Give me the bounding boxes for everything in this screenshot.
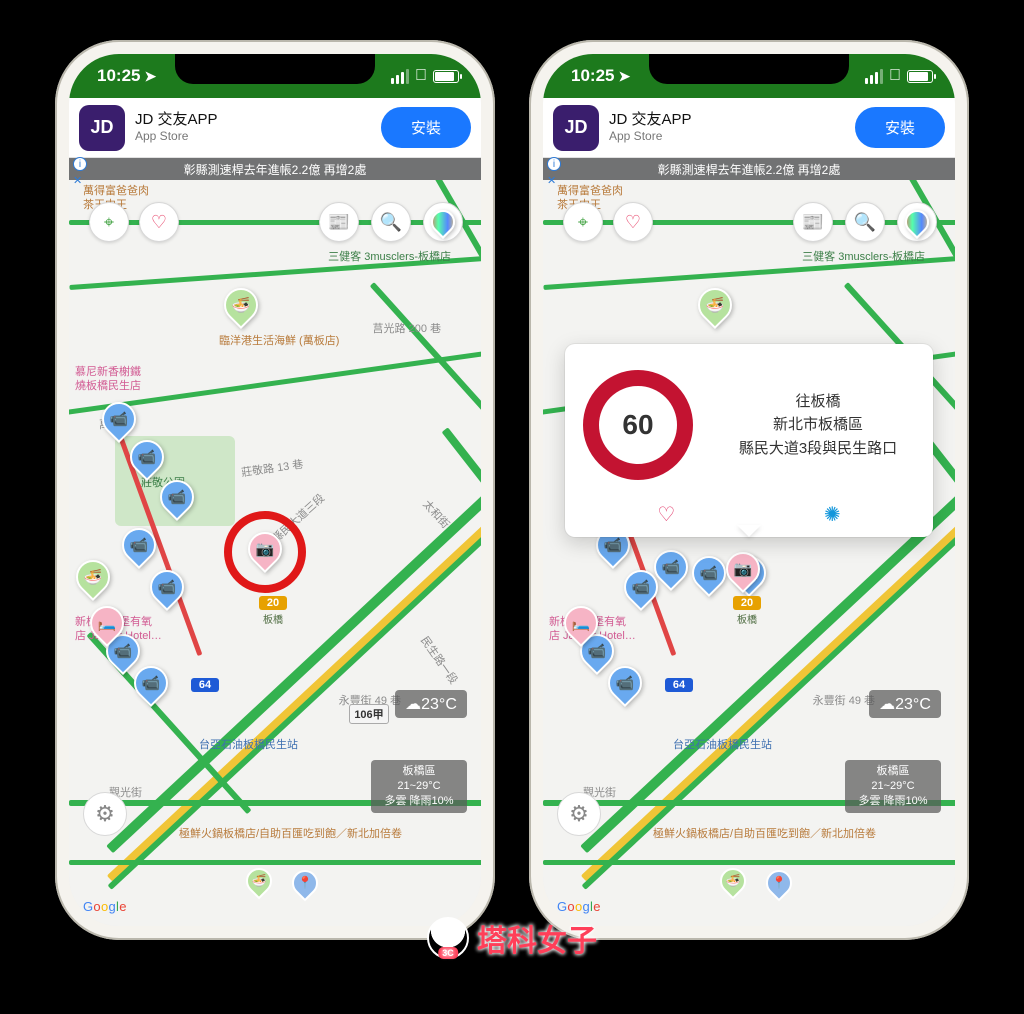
favorites-button[interactable]: ♡ bbox=[139, 202, 179, 242]
weather-now-chip[interactable]: ☁23°C bbox=[395, 690, 467, 718]
map-canvas[interactable]: 萬得富爸爸肉 茶王中王 三健客 3musclers-板橋店 莒光路 200 巷 … bbox=[69, 180, 481, 926]
cctv-pin[interactable]: 📹 bbox=[130, 440, 164, 480]
map-label: 永豐街 49 巷 bbox=[813, 692, 875, 708]
notch bbox=[175, 54, 375, 84]
cctv-pin[interactable]: 📹 bbox=[654, 550, 688, 590]
ad-title: JD 交友APP bbox=[609, 111, 845, 130]
route-shield-106a: 106甲 bbox=[349, 704, 389, 724]
map-label: 三健客 3musclers-板橋店 bbox=[802, 248, 925, 264]
poi-food-pin[interactable]: 🍜 bbox=[698, 288, 732, 328]
locate-button[interactable]: ⌖ bbox=[563, 202, 603, 242]
google-logo: Google bbox=[83, 899, 127, 914]
ad-title: JD 交友APP bbox=[135, 111, 371, 130]
search-button[interactable]: 🔍 bbox=[371, 202, 411, 242]
weather-forecast-chip[interactable]: 板橋區 21~29°C 多雲 降雨10% bbox=[845, 760, 941, 813]
layers-button[interactable] bbox=[423, 202, 463, 242]
map-label: 燒板橋民生店 bbox=[75, 380, 141, 393]
status-time: 10:25 bbox=[97, 66, 140, 86]
cctv-pin[interactable]: 📹 bbox=[160, 480, 194, 520]
map-label: 三健客 3musclers-板橋店 bbox=[328, 248, 451, 264]
hotel-pin[interactable]: 🛏️ bbox=[564, 606, 598, 646]
cctv-pin[interactable]: 📹 bbox=[692, 556, 726, 596]
cctv-pin[interactable]: 📹 bbox=[102, 402, 136, 442]
cctv-pin[interactable]: 📹 bbox=[122, 528, 156, 568]
locate-button[interactable]: ⌖ bbox=[89, 202, 129, 242]
map-label: 極鮮火鍋板橋店/自助百匯吃到飽／新北加倍卷 bbox=[653, 828, 813, 842]
cellular-icon bbox=[865, 69, 883, 84]
phone-left: 10:25 ➤ 􀙇 JD JD 交友APP App Store 安裝 i ✕ bbox=[55, 40, 495, 940]
map-label: 台亞石油板橋民生站 bbox=[199, 736, 298, 752]
google-logo: Google bbox=[557, 899, 601, 914]
search-button[interactable]: 🔍 bbox=[845, 202, 885, 242]
map-label: 極鮮火鍋板橋店/自助百匯吃到飽／新北加倍卷 bbox=[179, 828, 339, 842]
ad-banner[interactable]: JD JD 交友APP App Store 安裝 i ✕ bbox=[543, 98, 955, 158]
map-label: 慕尼新香榭鐵 bbox=[75, 366, 141, 379]
location-arrow-icon: ➤ bbox=[618, 68, 630, 85]
battery-icon bbox=[907, 70, 933, 83]
ad-close-icon[interactable]: ✕ bbox=[73, 174, 82, 187]
route-shield-20: 20 板橋 bbox=[259, 596, 287, 626]
cctv-pin[interactable]: 📹 bbox=[624, 570, 658, 610]
map-label: 台亞石油板橋民生站 bbox=[673, 736, 772, 752]
settings-button[interactable]: ⚙ bbox=[557, 792, 601, 836]
weather-now-chip[interactable]: ☁23°C bbox=[869, 690, 941, 718]
watermark-avatar bbox=[427, 917, 469, 959]
news-button[interactable]: 📰 bbox=[793, 202, 833, 242]
ad-subtitle: App Store bbox=[135, 129, 371, 144]
map-label: 臨洋港生活海鮮 (萬板店) bbox=[219, 332, 339, 348]
cctv-pin[interactable]: 📹 bbox=[608, 666, 642, 706]
favorites-button[interactable]: ♡ bbox=[613, 202, 653, 242]
route-shield-64: 64 bbox=[191, 678, 219, 692]
map-label: 莒光路 200 巷 bbox=[373, 320, 441, 336]
news-button[interactable]: 📰 bbox=[319, 202, 359, 242]
popup-location-text: 往板橋 新北市板橋區 縣民大道3段與民生路口 bbox=[721, 390, 915, 460]
notch bbox=[649, 54, 849, 84]
ad-app-icon: JD bbox=[553, 105, 599, 151]
popup-favorite-button[interactable]: ♡ bbox=[657, 502, 675, 527]
watermark-text: 塔科女子 bbox=[477, 916, 597, 960]
camera-info-popup: 60 往板橋 新北市板橋區 縣民大道3段與民生路口 ♡ ✺ bbox=[565, 344, 933, 537]
layers-button[interactable] bbox=[897, 202, 937, 242]
ad-app-icon: JD bbox=[79, 105, 125, 151]
map-canvas[interactable]: 萬得富爸爸肉 茶王中王 三健客 3musclers-板橋店 新板傑仕堡有氧 店 … bbox=[543, 180, 955, 926]
phone-right: 10:25 ➤ 􀙇 JD JD 交友APP App Store 安裝 i ✕ bbox=[529, 40, 969, 940]
cellular-icon bbox=[391, 69, 409, 84]
speed-camera-pin[interactable]: 📷 bbox=[726, 552, 760, 592]
settings-button[interactable]: ⚙ bbox=[83, 792, 127, 836]
ad-install-button[interactable]: 安裝 bbox=[381, 107, 471, 148]
battery-icon bbox=[433, 70, 459, 83]
poi-food-pin[interactable]: 🍜 bbox=[76, 560, 110, 600]
popup-report-button[interactable]: ✺ bbox=[824, 502, 841, 527]
ad-install-button[interactable]: 安裝 bbox=[855, 107, 945, 148]
news-ticker[interactable]: 彰縣測速桿去年進帳2.2億 再增2處 bbox=[543, 158, 955, 180]
cctv-pin[interactable]: 📹 bbox=[134, 666, 168, 706]
cctv-pin[interactable]: 📹 bbox=[150, 570, 184, 610]
watermark: 塔科女子 bbox=[427, 916, 597, 960]
speed-limit-badge: 60 bbox=[583, 370, 693, 480]
wifi-icon: 􀙇 bbox=[415, 67, 427, 85]
news-ticker[interactable]: 彰縣測速桿去年進帳2.2億 再增2處 bbox=[69, 158, 481, 180]
weather-forecast-chip[interactable]: 板橋區 21~29°C 多雲 降雨10% bbox=[371, 760, 467, 813]
ad-close-icon[interactable]: ✕ bbox=[547, 174, 556, 187]
ad-info-icon[interactable]: i bbox=[547, 157, 561, 171]
location-arrow-icon: ➤ bbox=[144, 68, 156, 85]
status-time: 10:25 bbox=[571, 66, 614, 86]
ad-info-icon[interactable]: i bbox=[73, 157, 87, 171]
ad-banner[interactable]: JD JD 交友APP App Store 安裝 i ✕ bbox=[69, 98, 481, 158]
ad-subtitle: App Store bbox=[609, 129, 845, 144]
poi-food-pin[interactable]: 🍜 bbox=[224, 288, 258, 328]
wifi-icon: 􀙇 bbox=[889, 67, 901, 85]
hotel-pin[interactable]: 🛏️ bbox=[90, 606, 124, 646]
route-shield-20: 20 板橋 bbox=[733, 596, 761, 626]
highlight-ring bbox=[224, 511, 306, 593]
route-shield-64: 64 bbox=[665, 678, 693, 692]
